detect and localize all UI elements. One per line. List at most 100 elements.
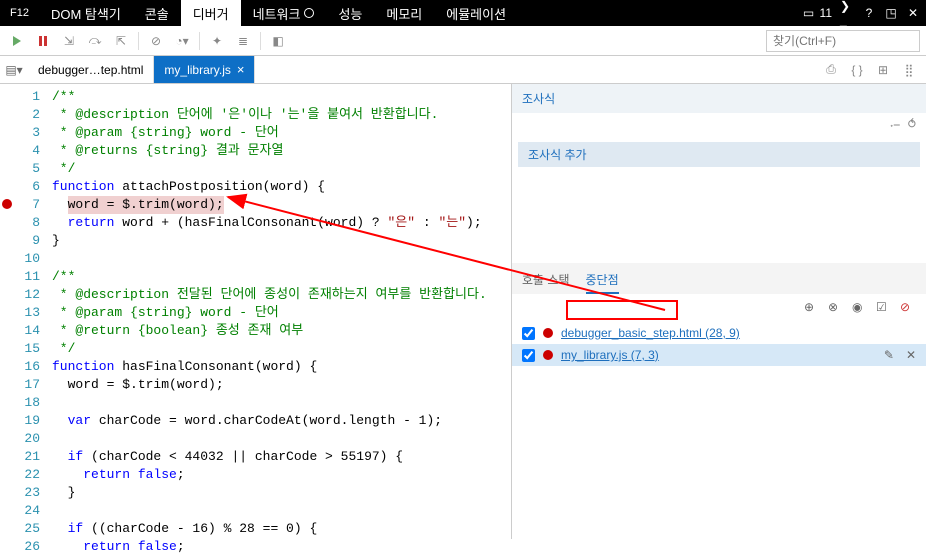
step-in-button[interactable]: ⇲ xyxy=(58,30,80,52)
subtabs: 호출 스택 중단점 xyxy=(512,263,926,294)
code-line[interactable]: * @description 단어에 '은'이나 '는'을 붙여서 반환합니다. xyxy=(52,106,511,124)
code-line[interactable]: * @param {string} word - 단어 xyxy=(52,124,511,142)
line-number-gutter: 1234567891011121314151617181920212223242… xyxy=(14,84,46,539)
step-over-button[interactable]: ⤼ xyxy=(84,30,106,52)
break-exception-button[interactable]: ◔▾ xyxy=(171,30,193,52)
toggle-all-bp-icon[interactable]: ◉ xyxy=(852,300,868,316)
search-input[interactable] xyxy=(766,30,920,52)
menu-tab-메모리[interactable]: 메모리 xyxy=(374,0,434,26)
toolbar: ⇲ ⤼ ⇱ ⊘ ◔▾ ✦ ≣ ◧ xyxy=(0,26,926,56)
wand-button[interactable]: ✦ xyxy=(206,30,228,52)
error-count: 11 xyxy=(820,6,832,20)
code-line[interactable]: * @description 전달된 단어에 종성이 존재하는지 여부를 반환합… xyxy=(52,286,511,304)
word-wrap-button[interactable]: ≣ xyxy=(232,30,254,52)
delete-breakpoint-icon[interactable]: ✕ xyxy=(906,348,916,362)
breakpoint-list: debugger_basic_step.html (28, 9) my_libra… xyxy=(512,322,926,366)
menu-tab-성능[interactable]: 성능 xyxy=(326,0,374,26)
menubar-right: ▭ 11 ❯_ ? ◳ ✕ xyxy=(802,0,926,26)
menubar: F12 DOM 탐색기콘솔디버거네트워크성능메모리에뮬레이션 ▭ 11 ❯_ ?… xyxy=(0,0,926,26)
file-tab[interactable]: my_library.js× xyxy=(154,56,255,83)
line-number: 17 xyxy=(14,376,40,394)
add-watch-row[interactable]: 조사식 추가 xyxy=(518,142,920,167)
line-number: 4 xyxy=(14,142,40,160)
add-event-bp-icon[interactable]: ⊕ xyxy=(804,300,820,316)
tab-callstack[interactable]: 호출 스택 xyxy=(522,267,570,294)
code-line[interactable]: return false; xyxy=(52,538,511,556)
add-watch-icon[interactable]: ˖⎯ xyxy=(890,117,900,132)
code-line[interactable]: word = $.trim(word); xyxy=(52,376,511,394)
line-number: 10 xyxy=(14,250,40,268)
open-doc-icon[interactable]: ⎙ xyxy=(820,59,842,81)
menu-tab-콘솔[interactable]: 콘솔 xyxy=(133,0,181,26)
line-number: 25 xyxy=(14,520,40,538)
menu-tab-네트워크[interactable]: 네트워크 xyxy=(241,0,327,26)
code-line[interactable]: return false; xyxy=(52,466,511,484)
pause-button[interactable] xyxy=(32,30,54,52)
code-line[interactable] xyxy=(52,502,511,520)
tab-breakpoints[interactable]: 중단점 xyxy=(586,267,619,294)
breakpoint-link[interactable]: my_library.js (7, 3) xyxy=(561,348,659,362)
highlight-box xyxy=(566,300,678,320)
code-line[interactable]: * @returns {string} 결과 문자열 xyxy=(52,142,511,160)
code-line[interactable]: /** xyxy=(52,88,511,106)
line-number: 8 xyxy=(14,214,40,232)
debug-just-my-code-button[interactable]: ◧ xyxy=(267,30,289,52)
code-line[interactable]: return word + (hasFinalConsonant(word) ?… xyxy=(52,214,511,232)
code-line[interactable]: /** xyxy=(52,268,511,286)
code-line[interactable]: */ xyxy=(52,340,511,358)
code-area[interactable]: /** * @description 단어에 '은'이나 '는'을 붙여서 반환… xyxy=(46,84,511,539)
menu-tab-DOM 탐색기[interactable]: DOM 탐색기 xyxy=(39,0,133,26)
code-line[interactable]: var charCode = word.charCodeAt(word.leng… xyxy=(52,412,511,430)
code-line[interactable]: } xyxy=(52,484,511,502)
line-number: 15 xyxy=(14,340,40,358)
breakpoint-row[interactable]: debugger_basic_step.html (28, 9) xyxy=(512,322,926,344)
code-line[interactable]: if (charCode < 44032 || charCode > 55197… xyxy=(52,448,511,466)
continue-button[interactable] xyxy=(6,30,28,52)
code-line[interactable] xyxy=(52,394,511,412)
refresh-watch-icon[interactable]: ⥀ xyxy=(908,117,916,132)
watch-panel-title: 조사식 xyxy=(522,90,555,107)
undock-icon[interactable]: ◳ xyxy=(884,6,898,20)
code-editor: 1234567891011121314151617181920212223242… xyxy=(0,84,512,539)
breakpoint-row[interactable]: my_library.js (7, 3) ✎ ✕ xyxy=(512,344,926,366)
breakpoint-gutter[interactable] xyxy=(0,84,14,539)
file-tabs: ▤▾ debugger…tep.htmlmy_library.js× ⎙ { }… xyxy=(0,56,926,84)
line-number: 1 xyxy=(14,88,40,106)
line-number: 11 xyxy=(14,268,40,286)
file-tab[interactable]: debugger…tep.html xyxy=(28,56,154,83)
step-out-button[interactable]: ⇱ xyxy=(110,30,132,52)
line-number: 14 xyxy=(14,322,40,340)
edit-breakpoint-icon[interactable]: ✎ xyxy=(884,348,894,362)
console-toggle-icon[interactable]: ❯_ xyxy=(840,6,854,20)
enable-all-bp-icon[interactable]: ☑ xyxy=(876,300,892,316)
code-line[interactable]: if ((charCode - 16) % 28 == 0) { xyxy=(52,520,511,538)
record-icon xyxy=(304,8,314,18)
code-line[interactable] xyxy=(52,430,511,448)
close-tab-icon[interactable]: × xyxy=(237,62,245,77)
breakpoint-marker[interactable] xyxy=(2,199,12,209)
menu-tab-디버거[interactable]: 디버거 xyxy=(181,0,241,26)
source-map-icon[interactable]: ⊞ xyxy=(872,59,894,81)
break-new-worker-button[interactable]: ⊘ xyxy=(145,30,167,52)
help-icon[interactable]: ? xyxy=(862,6,876,20)
device-indicator[interactable]: ▭ 11 xyxy=(802,6,832,20)
breakpoint-link[interactable]: debugger_basic_step.html (28, 9) xyxy=(561,326,740,340)
breakpoint-checkbox[interactable] xyxy=(522,327,535,340)
close-icon[interactable]: ✕ xyxy=(906,6,920,20)
code-line[interactable]: } xyxy=(52,232,511,250)
add-xhr-bp-icon[interactable]: ⊗ xyxy=(828,300,844,316)
menu-tab-에뮬레이션[interactable]: 에뮬레이션 xyxy=(434,0,518,26)
options-icon[interactable]: ⣿ xyxy=(898,59,920,81)
code-line[interactable] xyxy=(52,250,511,268)
code-line[interactable]: function hasFinalConsonant(word) { xyxy=(52,358,511,376)
code-line[interactable]: */ xyxy=(52,160,511,178)
code-line[interactable]: function attachPostposition(word) { xyxy=(52,178,511,196)
code-line[interactable]: word = $.trim(word); xyxy=(52,196,511,214)
pretty-print-icon[interactable]: { } xyxy=(846,59,868,81)
file-picker-icon[interactable]: ▤▾ xyxy=(0,56,28,83)
breakpoint-checkbox[interactable] xyxy=(522,349,535,362)
delete-all-bp-icon[interactable]: ⊘ xyxy=(900,300,916,316)
code-line[interactable]: * @return {boolean} 종성 존재 여부 xyxy=(52,322,511,340)
code-line[interactable]: * @param {string} word - 단어 xyxy=(52,304,511,322)
line-number: 6 xyxy=(14,178,40,196)
